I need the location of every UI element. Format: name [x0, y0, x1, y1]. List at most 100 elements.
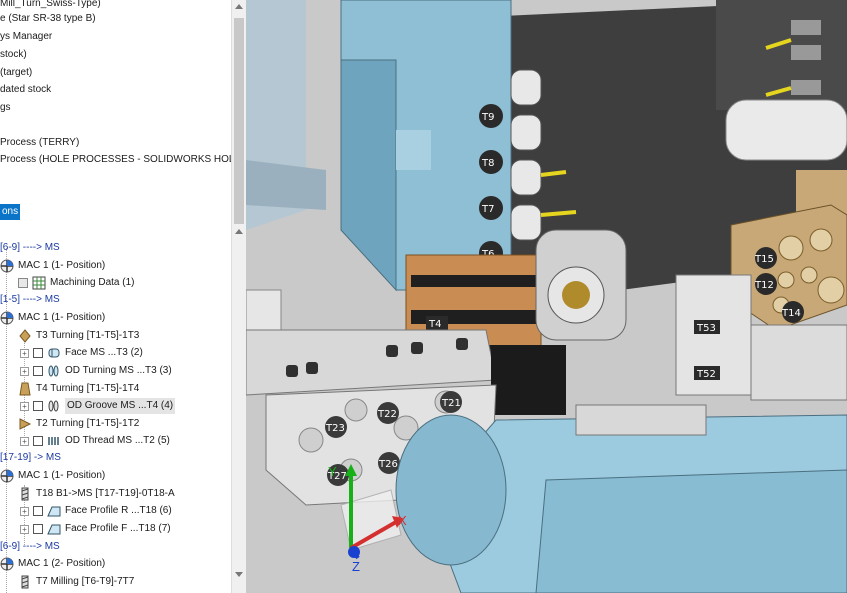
milling-tool-icon	[21, 575, 29, 589]
tree-item-label: [17-19] -> MS	[0, 452, 61, 463]
tree-item-label: MAC 1 (2- Position)	[18, 558, 106, 569]
tree-item-operation[interactable]: + OD Thread MS ...T2 (5)	[20, 433, 170, 449]
tree-item-tool-t3[interactable]: T3 Turning [T1-T5]-1T3	[18, 328, 139, 344]
tree-item-stock[interactable]: stock)	[0, 47, 27, 63]
tree-item-group[interactable]: [6-9] ----> MS	[0, 240, 60, 256]
tool-label: T52	[696, 369, 716, 380]
tree-item-operation[interactable]: + OD Groove MS ...T4 (4)	[20, 398, 176, 414]
checkbox[interactable]	[33, 506, 43, 516]
tree-item-operation[interactable]: + Face MS ...T3 (2)	[20, 345, 143, 361]
tree-item-updated-stock[interactable]: dated stock	[0, 82, 51, 98]
tree-item-mac[interactable]: MAC 1 (2- Position)	[0, 556, 105, 572]
checkbox[interactable]	[33, 366, 43, 376]
tree-item-tool-t2[interactable]: T2 Turning [T1-T5]-1T2	[18, 416, 139, 432]
machine-scene: T9 T8 T7 T6 T4 T15 T12	[246, 0, 847, 593]
tree-item-label: dated stock	[0, 84, 52, 95]
tree-item-label: MAC 1 (1- Position)	[18, 470, 106, 481]
tree-item-operation[interactable]: + Face Profile R ...T18 (6)	[20, 503, 172, 519]
tool-label: T4	[428, 319, 441, 330]
tree-item-mac[interactable]: MAC 1 (1- Position)	[0, 310, 105, 326]
tree-item-tool-t18[interactable]: T18 B1->MS [T17-T19]-0T18-A	[18, 486, 175, 502]
tree-item-label: [6-9] ----> MS	[0, 541, 60, 552]
tree-item-coordsys-manager[interactable]: ys Manager	[0, 29, 52, 45]
tree-item-label: OD Thread MS ...T2 (5)	[65, 435, 170, 446]
tree-item-label: Process (TERRY)	[0, 137, 80, 148]
axis-label-z: Z	[352, 559, 360, 574]
expand-toggle[interactable]: +	[20, 524, 29, 534]
tree-item-tool-t7[interactable]: T7 Milling [T6-T9]-7T7	[18, 574, 134, 590]
expand-toggle[interactable]: +	[20, 436, 29, 446]
tree-item-group[interactable]: [6-9] ----> MS	[0, 539, 60, 555]
checkbox[interactable]	[33, 524, 43, 534]
tree-item-label: MAC 1 (1- Position)	[18, 260, 106, 271]
milling-tool-icon	[21, 487, 29, 501]
tree-item-operation[interactable]: + OD Turning MS ...T3 (3)	[20, 363, 172, 379]
scrollbar-thumb[interactable]	[234, 18, 244, 224]
tree-item-tool-t4[interactable]: T4 Turning [T1-T5]-1T4	[18, 381, 139, 397]
tool-label: T7	[481, 204, 494, 215]
tree-item-machine[interactable]: e (Star SR-38 type B)	[0, 11, 96, 27]
tree-item-label: T18 B1->MS [T17-T19]-0T18-A	[36, 488, 175, 499]
tree-item-group[interactable]: [17-19] -> MS	[0, 450, 61, 466]
tree-item-label: Face Profile F ...T18 (7)	[65, 523, 171, 534]
groove-operation-icon	[48, 400, 59, 412]
tree-item-label: T3 Turning [T1-T5]-1T3	[36, 330, 140, 341]
tree-item-machining-data[interactable]: Machining Data (1)	[18, 275, 134, 291]
expand-toggle[interactable]: +	[20, 401, 29, 411]
checkbox[interactable]	[33, 348, 43, 358]
tool-label: T8	[481, 158, 494, 169]
tree-item-mac[interactable]: MAC 1 (1- Position)	[0, 258, 105, 274]
coordinate-system-icon	[0, 259, 14, 273]
grooving-tool-icon	[19, 382, 31, 396]
tree-item-process-terry[interactable]: Process (TERRY)	[0, 135, 79, 151]
tree-item-settings[interactable]: gs	[0, 100, 11, 116]
feature-tree-panel: Mill_Turn_Swiss-Type) e (Star SR-38 type…	[0, 0, 231, 593]
face-operation-icon	[48, 348, 60, 358]
checkbox[interactable]	[33, 401, 43, 411]
tool-label: T23	[325, 423, 345, 434]
tree-item-mac[interactable]: MAC 1 (1- Position)	[0, 468, 105, 484]
tree-vertical-scrollbar[interactable]	[231, 0, 247, 593]
tool-label: T22	[377, 409, 397, 420]
tool-label: T21	[441, 398, 461, 409]
tool-label: T26	[378, 459, 398, 470]
tree-item-label: Process (HOLE PROCESSES - SOLIDWORKS HOL…	[0, 154, 231, 165]
coordinate-system-icon	[0, 557, 14, 571]
tree-item-label: ons	[0, 204, 21, 220]
threading-tool-icon	[19, 418, 32, 430]
scroll-up-arrow-icon[interactable]	[235, 229, 243, 234]
thread-operation-icon	[48, 437, 59, 445]
tree-item-label: OD Turning MS ...T3 (3)	[65, 365, 172, 376]
profile-operation-icon	[47, 506, 61, 517]
scroll-up-arrow-icon[interactable]	[235, 4, 243, 9]
profile-operation-icon	[47, 524, 61, 535]
tree-item-label: [1-5] ----> MS	[0, 294, 60, 305]
tree-item-group[interactable]: [1-5] ----> MS	[0, 292, 60, 308]
tree-item-target[interactable]: (target)	[0, 65, 32, 81]
checkbox[interactable]	[18, 278, 28, 288]
scroll-down-arrow-icon[interactable]	[235, 572, 243, 577]
tree-item-hole-process[interactable]: Process (HOLE PROCESSES - SOLIDWORKS HOL…	[0, 152, 231, 168]
coordinate-system-icon	[0, 311, 14, 325]
tree-item-operation[interactable]: + Face Profile F ...T18 (7)	[20, 521, 171, 537]
3d-graphics-viewport[interactable]: T9 T8 T7 T6 T4 T15 T12	[246, 0, 847, 593]
tool-label: T12	[754, 280, 774, 291]
expand-toggle[interactable]: +	[20, 366, 29, 376]
tree-item-label: T2 Turning [T1-T5]-1T2	[36, 418, 140, 429]
axis-label-y: Y	[328, 464, 337, 479]
tree-item-operations[interactable]: ons	[0, 204, 21, 220]
tree-item-label: [6-9] ----> MS	[0, 242, 60, 253]
expand-toggle[interactable]: +	[20, 348, 29, 358]
coordinate-system-icon	[0, 469, 14, 483]
machining-data-icon	[32, 276, 46, 290]
tree-item-label: Machining Data (1)	[50, 277, 135, 288]
tree-item-label: T7 Milling [T6-T9]-7T7	[36, 576, 135, 587]
tree-item-label: T4 Turning [T1-T5]-1T4	[36, 383, 140, 394]
tool-label: T9	[481, 112, 494, 123]
tool-label: T15	[754, 254, 774, 265]
tree-item-label: ys Manager	[0, 31, 53, 42]
expand-toggle[interactable]: +	[20, 506, 29, 516]
checkbox[interactable]	[33, 436, 43, 446]
axis-label-x: X	[398, 513, 407, 528]
tree-item-label: Face Profile R ...T18 (6)	[65, 505, 172, 516]
